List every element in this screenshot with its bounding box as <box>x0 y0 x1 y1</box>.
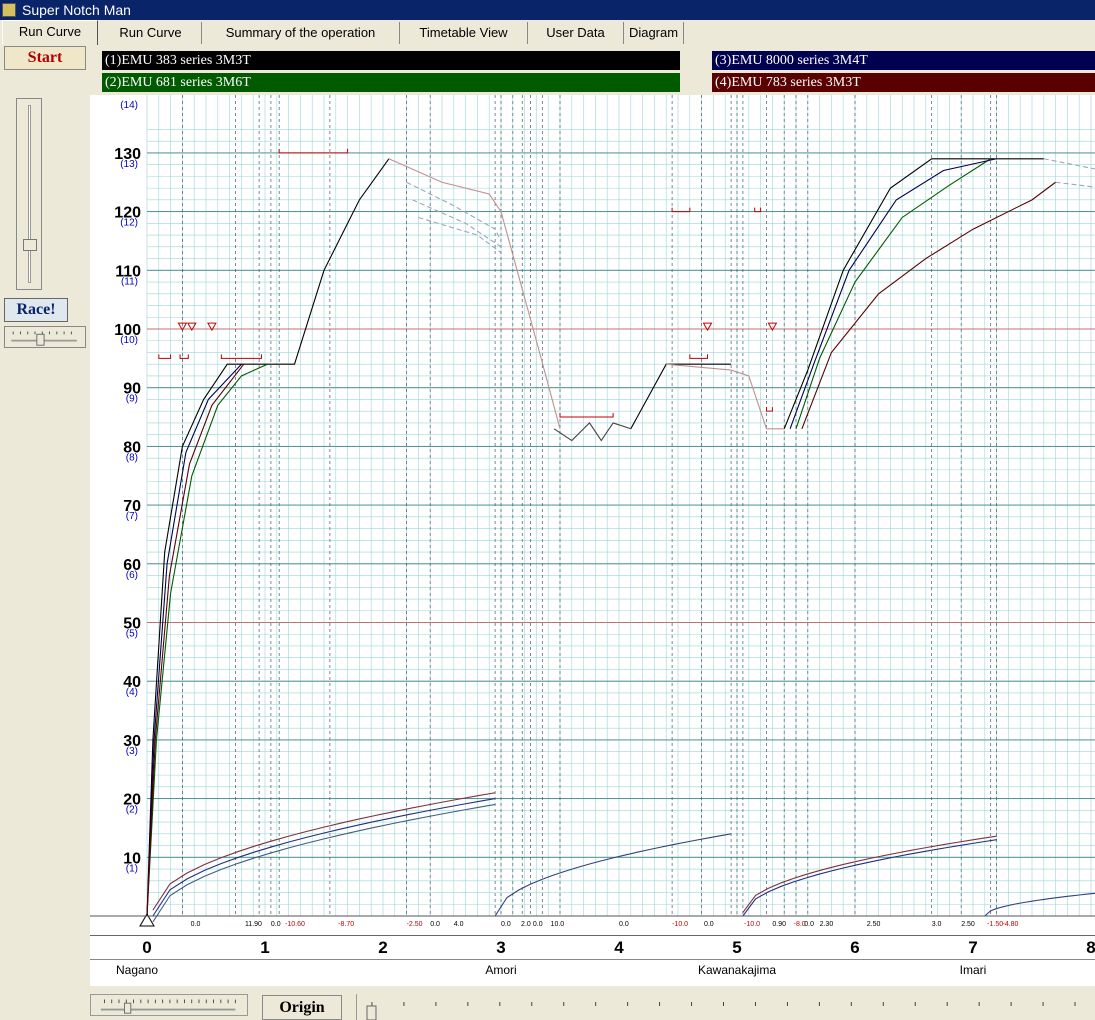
title-bar: Super Notch Man <box>0 0 1095 20</box>
distance-axis: 0 1 2 3 4 5 6 7 8 <box>90 935 1095 960</box>
gradient-label: 0.0 <box>271 921 281 928</box>
origin-button[interactable]: Origin <box>262 995 342 1020</box>
gradient-label: 2.50 <box>961 921 975 928</box>
x-tick-label: 0 <box>142 938 152 957</box>
x-tick-label: 2 <box>378 938 388 957</box>
y-subtick-label: (2) <box>126 805 138 816</box>
gradient-label: 11.90 <box>245 921 262 928</box>
legend-train-4: (4)EMU 783 series 3M3T <box>712 73 1095 92</box>
gradient-label: 0.0 <box>430 921 440 928</box>
zoom-slider[interactable] <box>90 994 248 1016</box>
app-icon <box>2 3 16 17</box>
y-subtick-label: (3) <box>126 746 138 757</box>
run-curve-chart: 102030405060708090100110120130(1)(2)(3)(… <box>90 95 1095 935</box>
gradient-label: 0.0 <box>619 921 629 928</box>
gradient-label: 2.0 <box>521 921 531 928</box>
tab-diagram[interactable]: Diagram <box>624 22 684 44</box>
gradient-label: 0.90 <box>772 921 786 928</box>
y-subtick-label: (7) <box>126 511 138 522</box>
gradient-label: 10.0 <box>551 921 565 928</box>
race-button[interactable]: Race! <box>4 298 68 322</box>
gradient-label: -4.80 <box>1003 921 1019 928</box>
station-row: Nagano Amori Kawanakajima Imari <box>90 959 1095 987</box>
gradient-label: -10.0 <box>672 921 688 928</box>
left-control-panel <box>0 44 90 1020</box>
y-subtick-label: (4) <box>126 687 138 698</box>
speed-slider[interactable] <box>16 98 42 290</box>
station-name: Kawanakajima <box>697 963 777 977</box>
gradient-label: 0.0 <box>501 921 511 928</box>
tab-timetable-view[interactable]: Timetable View <box>400 22 528 44</box>
station-name: Imari <box>959 963 987 977</box>
y-subtick-label: (12) <box>120 218 138 229</box>
gradient-label: 4.0 <box>454 921 464 928</box>
race-slider[interactable] <box>4 326 86 348</box>
gradient-label: 3.0 <box>932 921 942 928</box>
y-subtick-label: (6) <box>126 570 138 581</box>
legend-train-3: (3)EMU 8000 series 3M4T <box>712 51 1095 70</box>
y-subtick-label: (1) <box>126 863 138 874</box>
y-subtick-label: (8) <box>126 452 138 463</box>
y-subtick-label: (5) <box>126 629 138 640</box>
tab-user-data[interactable]: User Data <box>528 22 624 44</box>
gradient-label: -8.70 <box>338 921 354 928</box>
y-subtick-label: (13) <box>120 159 138 170</box>
gradient-label: 0.0 <box>804 921 814 928</box>
station-name: Nagano <box>115 963 159 977</box>
legend-train-1: (1)EMU 383 series 3M3T <box>102 51 680 70</box>
speed-slider-thumb[interactable] <box>23 239 37 251</box>
start-button[interactable]: Start <box>4 46 86 70</box>
x-tick-label: 3 <box>496 938 506 957</box>
tab-run-curve[interactable]: Run Curve <box>100 22 202 44</box>
gradient-label: 2.50 <box>867 921 881 928</box>
legend-train-2: (2)EMU 681 series 3M6T <box>102 73 680 92</box>
chart-background <box>90 95 1095 935</box>
x-tick-label: 5 <box>732 938 742 957</box>
gradient-label: 0.0 <box>533 921 543 928</box>
position-slider[interactable] <box>356 994 1095 1020</box>
gradient-label: 0.0 <box>191 921 201 928</box>
x-tick-label: 4 <box>614 938 624 957</box>
gradient-label: -2.50 <box>407 921 423 928</box>
gradient-label: -10.60 <box>285 921 305 928</box>
x-tick-label: 8 <box>1086 938 1095 957</box>
gradient-label: 0.0 <box>704 921 714 928</box>
x-tick-label: 1 <box>260 938 270 957</box>
y-subtick-label: (11) <box>121 276 138 287</box>
tab-summary[interactable]: Summary of the operation <box>202 22 400 44</box>
gradient-label: 2.30 <box>820 921 834 928</box>
y-subtick-label: (9) <box>126 394 138 405</box>
gradient-label: -10.0 <box>744 921 760 928</box>
station-name: Amori <box>485 963 517 977</box>
window-title: Super Notch Man <box>22 2 131 18</box>
y-subtick-label: (10) <box>120 335 138 346</box>
tab-run-curve-active[interactable]: Run Curve <box>2 20 98 45</box>
y-subtick-label: (14) <box>120 100 138 111</box>
x-tick-label: 7 <box>968 938 978 957</box>
speed-slider-track <box>28 105 31 283</box>
x-tick-label: 6 <box>850 938 860 957</box>
gradient-label: -1.50 <box>987 921 1003 928</box>
